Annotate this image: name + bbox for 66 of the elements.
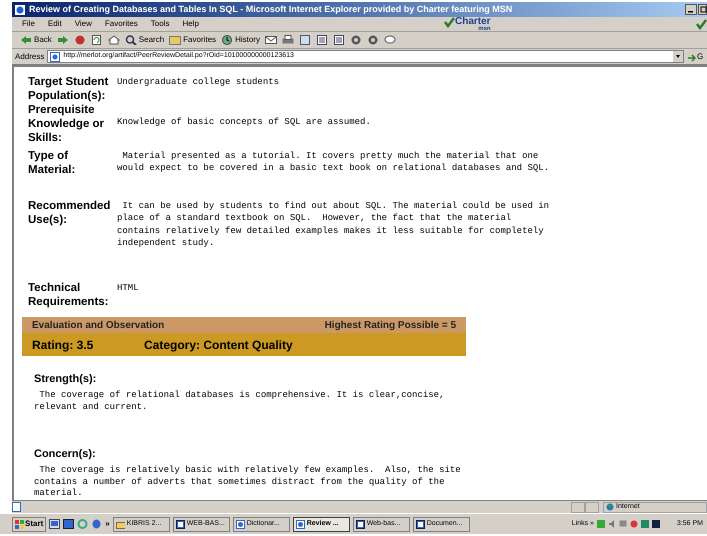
comment-text: The coverage of relational databases is comprehensive. It is clear,concise, relevant and current. xyxy=(34,390,446,414)
toolbar-button[interactable]: Back xyxy=(20,34,52,46)
minimize-icon[interactable] xyxy=(685,4,697,15)
arrow-icon xyxy=(687,52,696,62)
status-panel xyxy=(585,502,599,512)
clock-icon xyxy=(221,35,234,45)
printer-icon[interactable] xyxy=(282,35,294,45)
toolbar-button[interactable]: Search xyxy=(124,34,164,46)
speech-bubble-icon[interactable] xyxy=(384,35,396,45)
address-label: Address xyxy=(15,50,44,62)
disc-icon[interactable] xyxy=(350,35,362,45)
restore-icon[interactable] xyxy=(698,4,707,15)
check-logo-icon xyxy=(444,17,455,28)
check-logo-icon xyxy=(696,18,707,30)
rating-value: Rating: 3.5 xyxy=(32,336,94,354)
home-icon[interactable] xyxy=(108,35,120,45)
go-button[interactable]: G xyxy=(687,50,707,62)
field-value: It can be used by students to find out about SQL. The material could be used in place of a standard textbook on SQL. However, the fact that the material contains relatively few detailed examples makes it less suitable for completely independent study. xyxy=(117,200,550,250)
field-label: Target Student Population(s): xyxy=(28,75,110,103)
field-value: Knowledge of basic concepts of SQL are assumed. xyxy=(117,116,371,130)
field-label: Type of Material: xyxy=(28,149,76,177)
search-icon xyxy=(124,35,137,45)
mail-icon[interactable] xyxy=(264,35,277,45)
brand-name: Charter xyxy=(455,17,491,27)
field-label: Recommended Use(s): xyxy=(28,199,112,228)
toolbar-button[interactable]: History xyxy=(221,34,260,46)
flag-icon xyxy=(15,520,24,528)
stop-icon[interactable] xyxy=(74,35,86,45)
speaker-icon[interactable] xyxy=(608,519,616,529)
menu-item[interactable]: Tools xyxy=(150,18,170,30)
menu-item[interactable]: File xyxy=(22,18,35,30)
window-title: Review of Creating Databases and Tables In SQL - Microsoft Internet Explorer provided by Charter featuring MSN xyxy=(29,2,514,16)
field-value: Undergraduate college students xyxy=(117,76,280,89)
toolbar-button[interactable]: Favorites xyxy=(169,34,216,46)
comment-label: Strength(s): xyxy=(34,372,98,386)
comment-text: The coverage is relatively basic with relatively few examples. Also, the site contains a number of adverts that sometimes distract from the quality of the material. xyxy=(34,465,462,500)
menu-item[interactable]: Favorites xyxy=(104,18,138,30)
menu-item[interactable]: Help xyxy=(182,18,199,30)
field-label: Prerequisite Knowledge or Skills: xyxy=(28,103,106,145)
folder-icon xyxy=(116,520,125,528)
field-label: Technical Requirements: xyxy=(28,281,110,310)
rating-category: Category: Content Quality xyxy=(144,336,293,354)
document-icon xyxy=(356,520,365,528)
page-icon xyxy=(50,52,60,62)
menu-item[interactable]: Edit xyxy=(48,18,62,30)
more-chevron[interactable]: » xyxy=(105,518,110,530)
start-button[interactable]: Start xyxy=(12,516,46,532)
status-panel xyxy=(571,502,585,512)
document-icon xyxy=(176,520,185,528)
field-value: Material presented as a tutorial. It covers pretty much the material that one would expect to be covered in a basic text book on relational databases and SQL. xyxy=(117,150,550,176)
field-value: HTML xyxy=(117,282,139,296)
document-icon xyxy=(416,520,425,528)
globe-icon xyxy=(606,503,614,511)
folder-icon xyxy=(169,35,182,45)
highest-rating: Highest Rating Possible = 5 xyxy=(324,318,456,333)
window-icon[interactable] xyxy=(63,519,74,529)
forward-arrow-icon[interactable] xyxy=(56,35,69,45)
document-icon[interactable] xyxy=(316,35,328,45)
refresh-icon[interactable] xyxy=(90,35,103,45)
back-arrow-icon xyxy=(20,35,32,45)
comment-label: Concern(s): xyxy=(34,447,97,462)
document-icon[interactable] xyxy=(332,35,345,45)
desktop-icon[interactable] xyxy=(49,519,60,529)
disc-icon[interactable] xyxy=(366,35,379,45)
menu-item[interactable]: View xyxy=(74,18,92,30)
evaluation-title: Evaluation and Observation xyxy=(32,318,164,333)
